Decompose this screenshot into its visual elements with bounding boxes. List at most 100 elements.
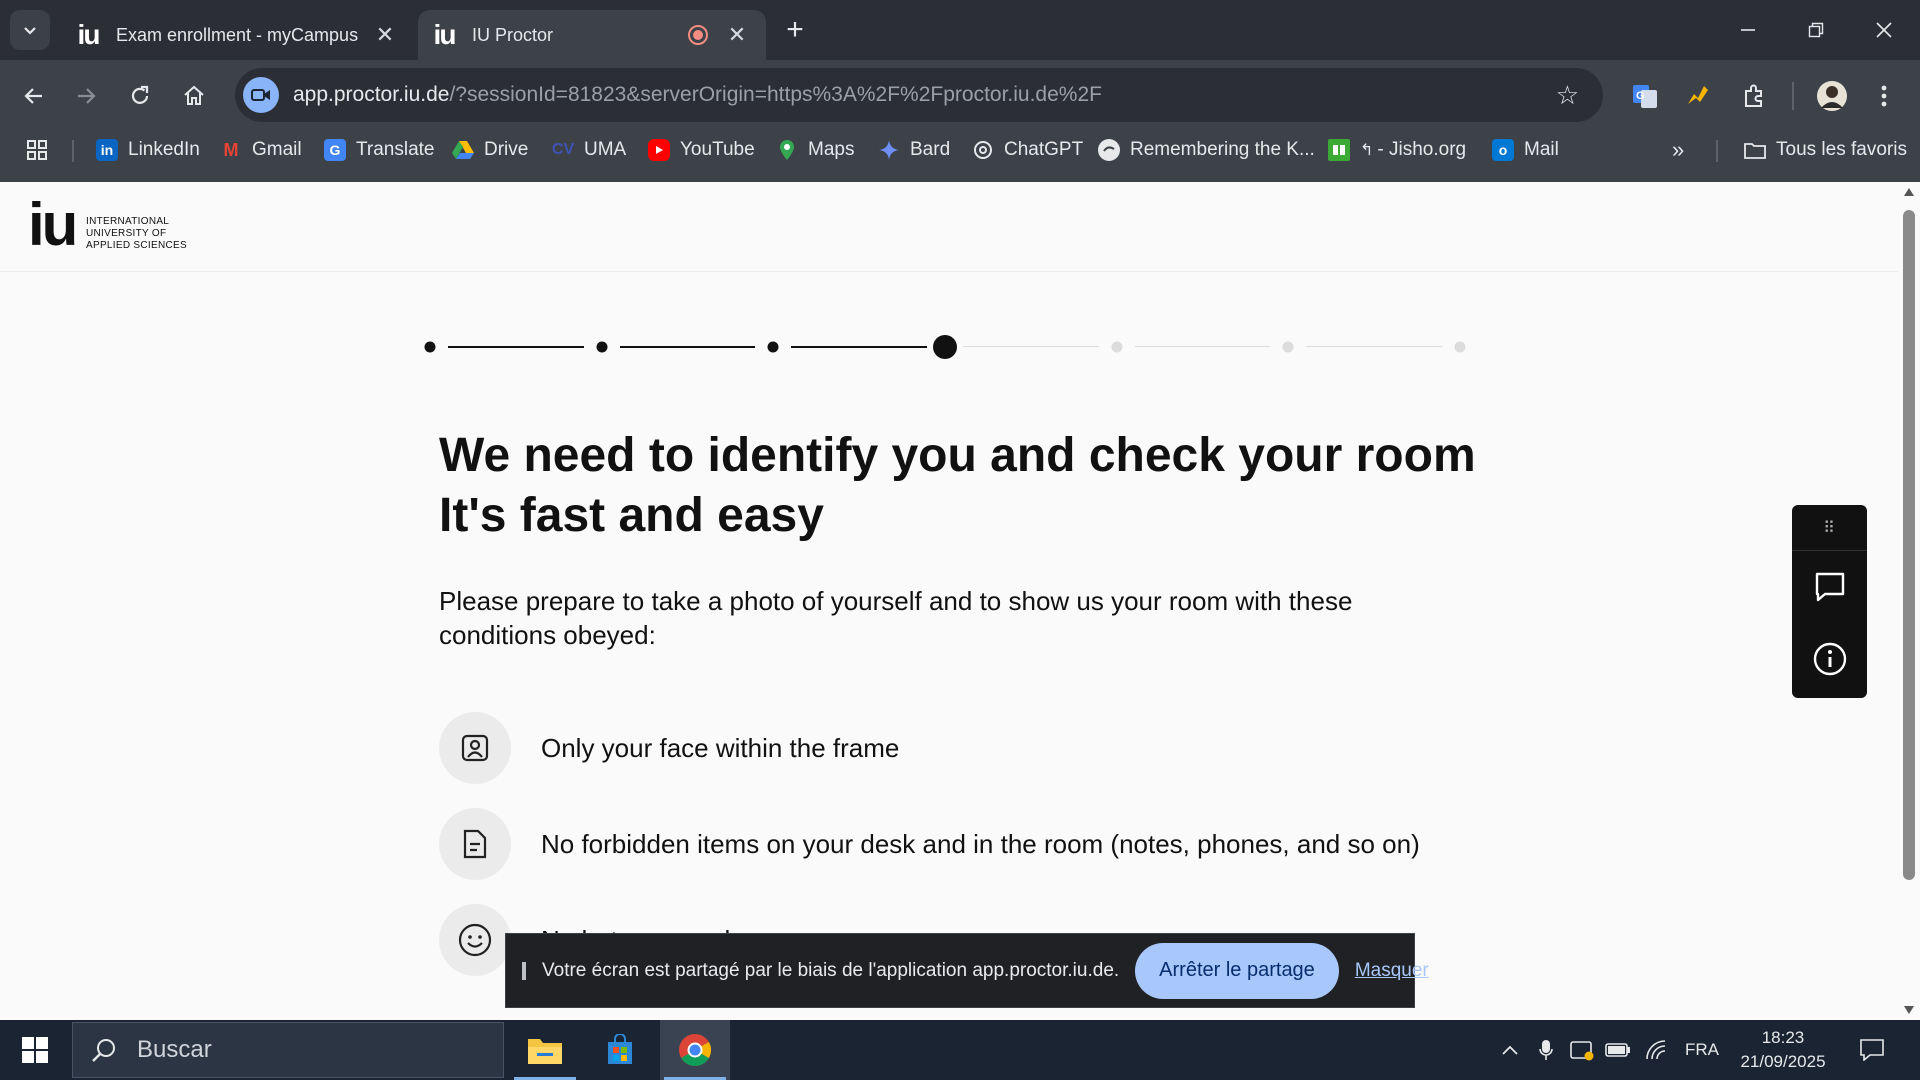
- bookmark-drive[interactable]: Drive: [452, 134, 528, 166]
- stepper-connector: [1134, 346, 1271, 347]
- bookmark-label: ChatGPT: [1004, 139, 1084, 160]
- logo-line: APPLIED SCIENCES: [86, 240, 187, 251]
- close-window-button[interactable]: [1850, 0, 1918, 60]
- stepper-step: [767, 341, 779, 353]
- restore-button[interactable]: [1782, 0, 1850, 60]
- youtube-icon: [648, 139, 670, 161]
- address-bar[interactable]: app.proctor.iu.de/?sessionId=81823&serve…: [235, 68, 1603, 122]
- language-indicator[interactable]: FRA: [1680, 1020, 1724, 1080]
- file-explorer-taskbar-button[interactable]: [510, 1020, 580, 1080]
- title-line-1: We need to identify you and check your r…: [439, 429, 1476, 482]
- home-button[interactable]: [172, 74, 216, 118]
- profile-avatar[interactable]: [1812, 76, 1852, 116]
- bookmark-divider: [1716, 140, 1718, 162]
- tab-search-button[interactable]: [10, 10, 50, 50]
- minimize-button[interactable]: [1714, 0, 1782, 60]
- close-tab-icon[interactable]: ✕: [370, 22, 400, 48]
- iu-favicon-icon: iu: [433, 19, 457, 50]
- info-button[interactable]: [1792, 623, 1867, 695]
- stepper-step: [1454, 341, 1466, 353]
- microphone-tray-icon[interactable]: [1532, 1020, 1560, 1080]
- bookmark-linkedin[interactable]: in LinkedIn: [96, 134, 200, 166]
- hide-link[interactable]: Masquer: [1355, 960, 1429, 982]
- chrome-taskbar-button[interactable]: [660, 1020, 730, 1080]
- condition-item: Only your face within the frame: [439, 712, 1539, 784]
- drag-handle-icon[interactable]: [522, 961, 526, 980]
- svg-text:G: G: [1636, 90, 1645, 102]
- bookmark-chatgpt[interactable]: ChatGPT: [972, 134, 1083, 166]
- proctor-page: iu INTERNATIONAL UNIVERSITY OF APPLIED S…: [0, 182, 1898, 1020]
- url-path: /?sessionId=81823&serverOrigin=https%3A%…: [449, 83, 1102, 106]
- scroll-down-arrow-icon[interactable]: [1904, 1006, 1914, 1014]
- drag-handle-icon[interactable]: ⠿: [1792, 505, 1867, 551]
- stepper-step: [424, 341, 436, 353]
- iu-logo-text: INTERNATIONAL UNIVERSITY OF APPLIED SCIE…: [86, 216, 187, 252]
- google-translate-extension-icon[interactable]: G: [1625, 76, 1665, 116]
- bookmark-star-icon[interactable]: ☆: [1556, 80, 1579, 111]
- stop-sharing-button[interactable]: Arrêter le partage: [1135, 942, 1339, 999]
- url-text: app.proctor.iu.de/?sessionId=81823&serve…: [293, 83, 1102, 107]
- more-bookmarks-icon[interactable]: »: [1672, 134, 1684, 166]
- home-icon: [184, 85, 204, 105]
- forward-button[interactable]: [64, 74, 108, 118]
- apps-grid-icon[interactable]: [26, 134, 48, 166]
- camera-site-icon[interactable]: [243, 77, 279, 113]
- globe-icon: [1098, 139, 1120, 161]
- tab-exam-enrollment[interactable]: iu Exam enrollment - myCampus ✕: [62, 10, 412, 60]
- extensions-puzzle-icon[interactable]: [1734, 76, 1774, 116]
- bookmark-translate[interactable]: G Translate: [324, 134, 435, 166]
- start-button[interactable]: [0, 1020, 70, 1080]
- bookmark-jisho[interactable]: ↰ - Jisho.org: [1328, 134, 1466, 166]
- battery-tray-icon[interactable]: [1602, 1020, 1634, 1080]
- chevron-down-icon: [24, 27, 36, 35]
- minimize-icon: [1741, 29, 1755, 31]
- microsoft-store-taskbar-button[interactable]: [585, 1020, 655, 1080]
- toolbar-divider: [1792, 82, 1794, 110]
- close-tab-icon[interactable]: ✕: [722, 22, 752, 48]
- taskbar-clock[interactable]: 18:23 21/09/2025: [1728, 1026, 1838, 1074]
- bookmark-label: YouTube: [680, 139, 755, 160]
- url-host: app.proctor.iu.de: [293, 83, 450, 106]
- gmail-icon: M: [223, 139, 239, 160]
- taskbar-search-box[interactable]: Buscar: [72, 1022, 504, 1078]
- chrome-icon: [679, 1034, 712, 1066]
- recording-indicator-icon: [688, 25, 708, 45]
- linkedin-icon: in: [96, 139, 118, 161]
- bookmark-uma[interactable]: CV UMA: [552, 134, 626, 166]
- maps-pin-icon: [776, 139, 798, 161]
- arrow-right-icon: [78, 88, 96, 104]
- bookmark-mail[interactable]: o Mail: [1492, 134, 1559, 166]
- clock-time: 18:23: [1761, 1028, 1805, 1047]
- share-message: Votre écran est partagé par le biais de …: [542, 959, 1120, 981]
- sync-tray-icon[interactable]: [1566, 1020, 1598, 1080]
- scroll-up-arrow-icon[interactable]: [1904, 188, 1914, 196]
- reload-button[interactable]: [118, 74, 162, 118]
- bookmark-youtube[interactable]: YouTube: [648, 134, 755, 166]
- jisho-glyph-icon: ↰: [1360, 142, 1374, 159]
- bookmark-bard[interactable]: Bard: [878, 134, 950, 166]
- windows-taskbar: Buscar FRA 18:23 21/09/2025: [0, 1020, 1920, 1080]
- bookmark-label: Drive: [484, 139, 529, 160]
- more-menu-icon[interactable]: [1864, 76, 1904, 116]
- bookmark-label: Mail: [1524, 139, 1559, 160]
- chat-button[interactable]: [1792, 551, 1867, 623]
- logo-line: UNIVERSITY OF: [86, 228, 167, 239]
- bookmark-gmail[interactable]: M Gmail: [220, 134, 302, 166]
- bookmark-remembering-the-kanji[interactable]: Remembering the K...: [1098, 134, 1315, 166]
- notifications-button[interactable]: [1850, 1020, 1894, 1080]
- highlighter-extension-icon[interactable]: [1678, 76, 1718, 116]
- new-tab-button[interactable]: +: [780, 12, 810, 48]
- iu-logo[interactable]: iu: [28, 195, 78, 255]
- all-bookmarks-folder[interactable]: Tous les favoris: [1744, 134, 1907, 166]
- page-scrollbar[interactable]: [1898, 182, 1920, 1020]
- bookmark-maps[interactable]: Maps: [776, 134, 854, 166]
- tab-iu-proctor[interactable]: iu IU Proctor ✕: [418, 10, 766, 60]
- sync-icon: [1570, 1041, 1594, 1061]
- wifi-tray-icon[interactable]: [1640, 1020, 1672, 1080]
- scrollbar-thumb[interactable]: [1903, 210, 1915, 880]
- search-placeholder: Buscar: [137, 1036, 212, 1063]
- back-button[interactable]: [12, 74, 56, 118]
- battery-icon: [1605, 1043, 1630, 1057]
- restore-icon: [1808, 22, 1824, 38]
- show-hidden-icons-button[interactable]: [1496, 1020, 1524, 1080]
